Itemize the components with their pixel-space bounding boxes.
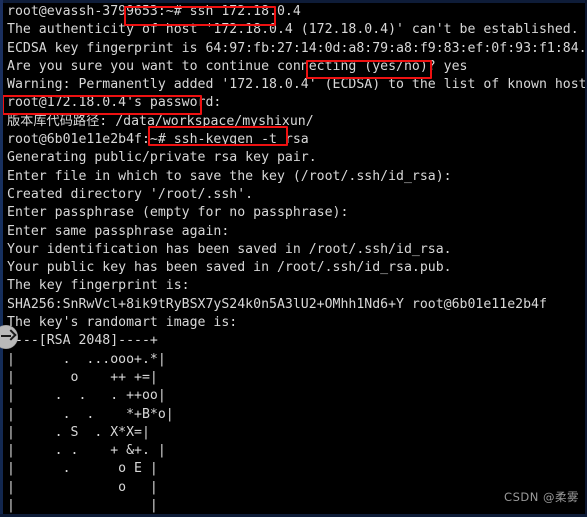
terminal-line: +---[RSA 2048]----+ xyxy=(7,333,158,349)
terminal-line: Your identification has been saved in /r… xyxy=(7,241,452,257)
terminal-line: | . . . ++oo| xyxy=(7,388,166,404)
terminal-line: 版本库代码路径: /data/workspace/myshixun/ xyxy=(7,113,314,129)
terminal-line: root@6b01e11e2b4f:~# ssh-keygen -t rsa xyxy=(7,132,309,148)
terminal-screen[interactable]: root@evassh-3799653:~# ssh 172.18.0.4 The… xyxy=(3,3,587,514)
window-border-top xyxy=(0,0,587,3)
terminal-line: | . . *+B*o| xyxy=(7,406,174,422)
terminal-line: | o ++ +=| xyxy=(7,369,158,385)
terminal-line: Enter same passphrase again: xyxy=(7,223,230,239)
terminal-line: | . S . X*X=| xyxy=(7,424,150,440)
terminal-window[interactable]: root@evassh-3799653:~# ssh 172.18.0.4 The… xyxy=(0,0,587,517)
terminal-line: | . o E | xyxy=(7,461,158,477)
terminal-line: Enter passphrase (empty for no passphras… xyxy=(7,205,349,221)
terminal-line: | | xyxy=(7,498,158,514)
terminal-line: ECDSA key fingerprint is 64:97:fb:27:14:… xyxy=(7,40,587,56)
terminal-line: root@172.18.0.4's password: xyxy=(7,95,222,111)
terminal-line: Warning: Permanently added '172.18.0.4' … xyxy=(7,77,587,93)
terminal-line: The key's randomart image is: xyxy=(7,315,238,331)
terminal-line: The key fingerprint is: xyxy=(7,278,190,294)
window-border-left xyxy=(0,0,3,517)
terminal-line: Enter file in which to save the key (/ro… xyxy=(7,168,452,184)
terminal-line: | . . + &+. | xyxy=(7,443,166,459)
terminal-line: root@evassh-3799653:~# ssh 172.18.0.4 xyxy=(7,4,301,19)
terminal-line: Are you sure you want to continue connec… xyxy=(7,58,468,74)
csdn-watermark: CSDN @柔雾 xyxy=(504,490,579,504)
terminal-line: Created directory '/root/.ssh'. xyxy=(7,186,254,202)
terminal-line: Your public key has been saved in /root/… xyxy=(7,260,452,276)
terminal-line: | . ...ooo+.*| xyxy=(7,351,166,367)
terminal-line: The authenticity of host '172.18.0.4 (17… xyxy=(7,22,579,38)
terminal-line: SHA256:SnRwVcl+8ik9tRyBSX7yS24k0n5A3lU2+… xyxy=(7,296,547,312)
terminal-line: Generating public/private rsa key pair. xyxy=(7,150,317,166)
terminal-line: | o | xyxy=(7,479,158,495)
